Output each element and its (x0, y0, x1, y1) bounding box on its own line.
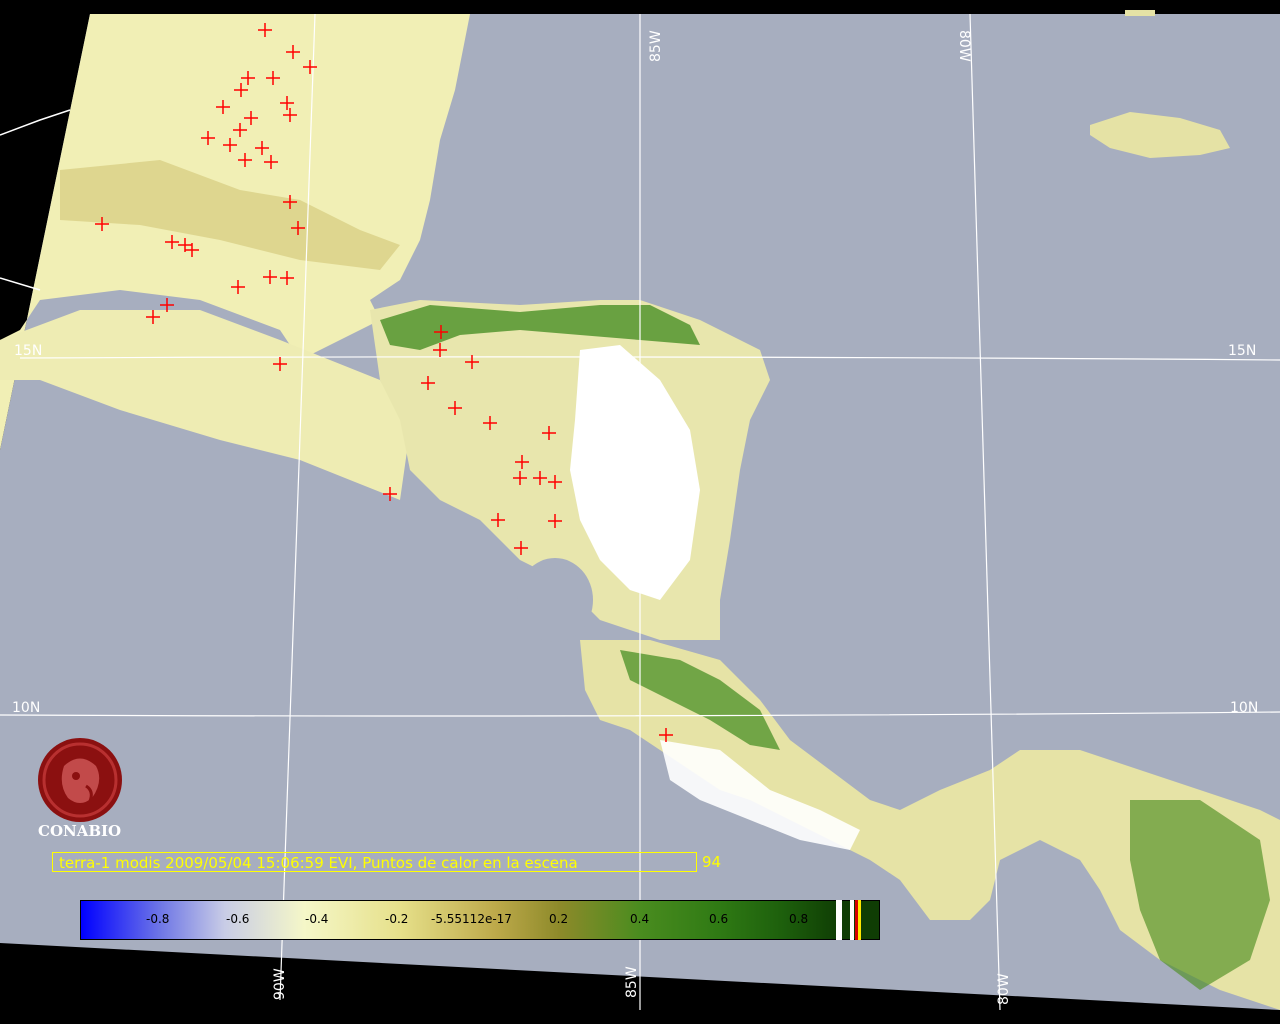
lon-label-90w-bottom: 90W (272, 968, 288, 1000)
colorbar-cloud-swatch (836, 900, 842, 940)
lon-label-85w-top: 85W (648, 30, 664, 62)
colorbar-tick: -5.55112e-17 (431, 912, 512, 926)
lat-label-15n-right: 15N (1228, 343, 1256, 359)
map-viewer: 15N 15N 10N 10N 85W 80W 90W 85W 80W CONA… (0, 0, 1280, 1024)
lon-label-80w-top: 80W (956, 30, 972, 62)
colorbar-yellow-swatch (858, 900, 861, 940)
coastline-mexico (0, 109, 71, 136)
lat-label-10n-right: 10N (1230, 700, 1258, 716)
conabio-logo-text: CONABIO (38, 822, 122, 840)
lake-nicaragua (517, 558, 593, 642)
colorbar-tick: 0.4 (630, 912, 650, 926)
colorbar-white-swatch (850, 900, 854, 940)
scene-caption: terra-1 modis 2009/05/04 15:06:59 EVI, P… (52, 852, 697, 872)
colorbar-tick: -0.8 (146, 912, 170, 926)
colorbar-tick: 0.8 (789, 912, 809, 926)
colorbar-tick: 0.2 (549, 912, 569, 926)
colorbar-tick: -0.6 (226, 912, 250, 926)
hotspot-count: 94 (702, 853, 722, 871)
colorbar-tick: 0.6 (709, 912, 729, 926)
lon-label-85w-bottom: 85W (624, 966, 640, 998)
colorbar-tick: -0.2 (385, 912, 409, 926)
lon-label-80w-bottom: 80W (996, 973, 1012, 1005)
lat-label-15n-left: 15N (14, 343, 42, 359)
lat-label-10n-left: 10N (12, 700, 40, 716)
coastline-west (0, 277, 41, 291)
colorbar-tick: -0.4 (305, 912, 329, 926)
island-small (1125, 10, 1155, 16)
